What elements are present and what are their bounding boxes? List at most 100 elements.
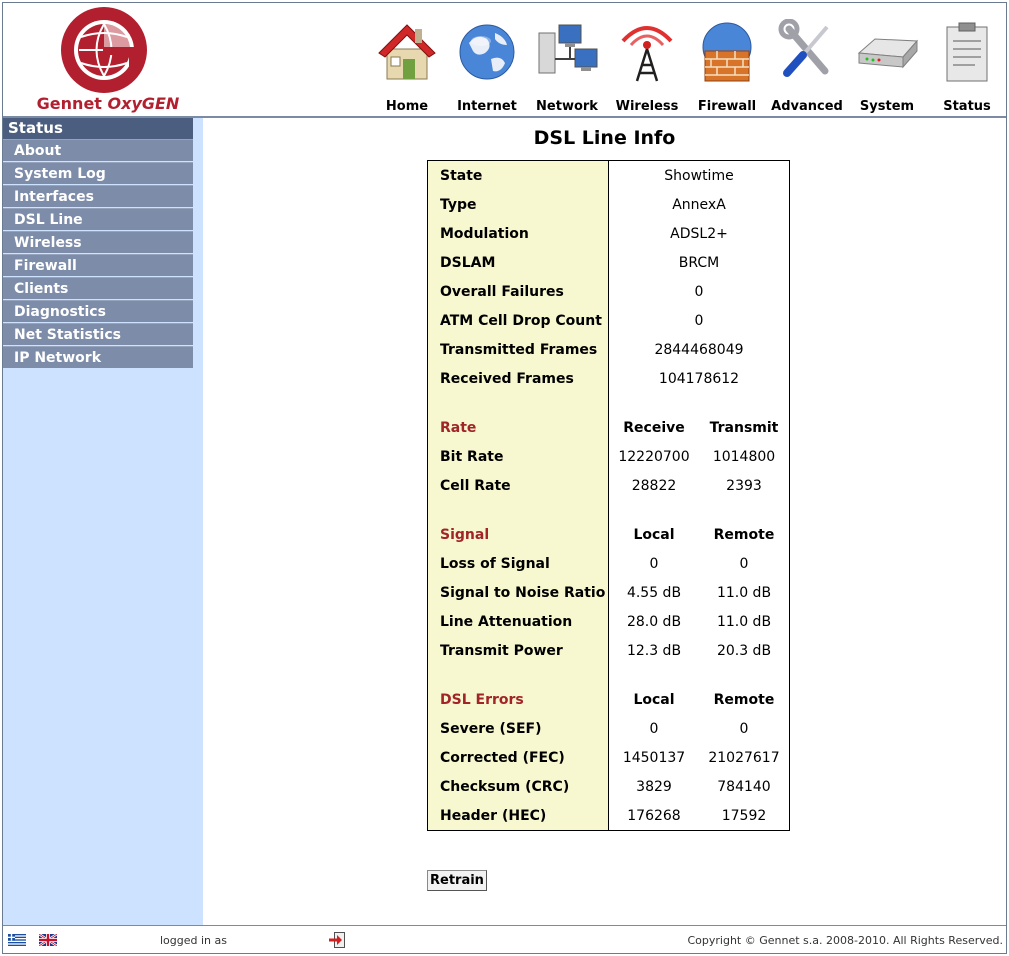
nav-network-label: Network: [536, 99, 598, 114]
table-row: Received Frames 104178612: [427, 364, 790, 393]
table-row: ATM Cell Drop Count 0: [427, 306, 790, 335]
row-label: Modulation: [427, 219, 609, 248]
nav-wireless[interactable]: Wireless: [607, 15, 687, 115]
row-value: ADSL2+: [670, 225, 728, 242]
row-value: 1450137: [622, 749, 686, 766]
sidebar-item-clients[interactable]: Clients: [3, 277, 193, 299]
row-value: 0: [694, 283, 704, 300]
table-row: State Showtime: [427, 160, 790, 190]
sidebar-item-dsl-line[interactable]: DSL Line: [3, 208, 193, 230]
row-label: Loss of Signal: [427, 549, 609, 578]
table-row: Loss of Signal 0 0: [427, 549, 790, 578]
sidebar-item-diagnostics[interactable]: Diagnostics: [3, 300, 193, 322]
row-label: Severe (SEF): [427, 714, 609, 743]
row-value: 0: [649, 555, 659, 572]
sidebar-item-net-statistics[interactable]: Net Statistics: [3, 323, 193, 345]
sidebar-item-wireless[interactable]: Wireless: [3, 231, 193, 253]
table-row: Transmit Power 12.3 dB 20.3 dB: [427, 636, 790, 665]
column-header: Local: [633, 526, 675, 543]
row-value: BRCM: [678, 254, 720, 271]
table-row: Modulation ADSL2+: [427, 219, 790, 248]
wireless-tower-icon: [621, 26, 673, 82]
row-value: 12.3 dB: [626, 642, 682, 659]
row-label: Overall Failures: [427, 277, 609, 306]
spacer-row: [427, 665, 790, 685]
nav-status[interactable]: Status: [927, 15, 1007, 115]
row-value: 176268: [627, 807, 681, 824]
row-label: Corrected (FEC): [427, 743, 609, 772]
globe-icon: [459, 24, 515, 80]
sidebar-item-about[interactable]: About: [3, 139, 193, 161]
table-row: Bit Rate 12220700 1014800: [427, 442, 790, 471]
sidebar-item-interfaces[interactable]: Interfaces: [3, 185, 193, 207]
row-label: Type: [427, 190, 609, 219]
row-value: 2844468049: [654, 341, 744, 358]
row-label: Bit Rate: [427, 442, 609, 471]
table-row: Type AnnexA: [427, 190, 790, 219]
sidebar-item-system-log[interactable]: System Log: [3, 162, 193, 184]
nav-advanced[interactable]: Advanced: [767, 15, 847, 115]
uk-flag-icon[interactable]: [39, 934, 57, 946]
logged-in-text: logged in as: [160, 934, 227, 947]
house-icon: [378, 24, 436, 80]
nav-home-label: Home: [385, 99, 429, 114]
gennet-logo-icon: [61, 7, 147, 93]
retrain-button[interactable]: Retrain: [427, 870, 487, 891]
spacer-row: [427, 393, 790, 413]
table-row: Header (HEC) 176268 17592: [427, 801, 790, 831]
table-row: Checksum (CRC) 3829 784140: [427, 772, 790, 801]
row-value: 1014800: [712, 448, 776, 465]
nav-internet-label: Internet: [457, 99, 517, 114]
row-value: Showtime: [664, 167, 734, 184]
sidebar-menu: About System Log Interfaces DSL Line Wir…: [3, 139, 193, 369]
nav-system[interactable]: System: [847, 15, 927, 115]
row-value: 4.55 dB: [626, 584, 682, 601]
row-value: 0: [739, 555, 749, 572]
table-row: Signal to Noise Ratio 4.55 dB 11.0 dB: [427, 578, 790, 607]
app-frame: Gennet OxyGEN Home Internet Network Wire…: [2, 2, 1007, 954]
table-row: Overall Failures 0: [427, 277, 790, 306]
row-label: Cell Rate: [427, 471, 609, 500]
nav-internet[interactable]: Internet: [447, 15, 527, 115]
dsl-info-table: State Showtime Type AnnexA Modulation ADSL2…: [427, 160, 790, 831]
table-row: Corrected (FEC) 1450137 21027617: [427, 743, 790, 772]
nav-status-label: Status: [943, 99, 991, 114]
section-label: Signal: [427, 520, 609, 549]
row-value: 784140: [717, 778, 771, 795]
footer: logged in as Copyright © Gennet s.a. 200…: [3, 926, 1006, 953]
nav-home[interactable]: Home: [367, 15, 447, 115]
column-header: Remote: [713, 526, 775, 543]
nav-system-label: System: [859, 99, 915, 114]
firewall-globe-icon: [702, 22, 752, 82]
section-header-errors: DSL Errors Local Remote: [427, 685, 790, 714]
row-value: 0: [694, 312, 704, 329]
section-label: Rate: [427, 413, 609, 442]
sidebar: Status About System Log Interfaces DSL L…: [3, 118, 203, 925]
row-value: 20.3 dB: [716, 642, 772, 659]
row-value: 0: [739, 720, 749, 737]
row-value: 104178612: [658, 370, 740, 387]
sidebar-item-ip-network[interactable]: IP Network: [3, 346, 193, 368]
table-row: Severe (SEF) 0 0: [427, 714, 790, 743]
greek-flag-icon[interactable]: [8, 934, 26, 946]
nav-network[interactable]: Network: [527, 15, 607, 115]
brand-name: Gennet OxyGEN: [36, 94, 180, 113]
row-label: Received Frames: [427, 364, 609, 393]
spacer-row: [427, 500, 790, 520]
row-value: 28822: [631, 477, 677, 494]
row-value: 12220700: [618, 448, 690, 465]
row-label: Transmitted Frames: [427, 335, 609, 364]
table-row: Cell Rate 28822 2393: [427, 471, 790, 500]
clipboard-icon: [946, 22, 988, 82]
row-value: 0: [649, 720, 659, 737]
top-nav: Home Internet Network Wireless Firewall …: [367, 15, 1007, 115]
modem-icon: [857, 38, 919, 69]
column-header: Transmit: [709, 419, 779, 436]
nav-firewall[interactable]: Firewall: [687, 15, 767, 115]
logout-icon[interactable]: [328, 931, 346, 949]
page-title: DSL Line Info: [533, 127, 676, 149]
column-header: Receive: [623, 419, 685, 436]
row-label: Checksum (CRC): [427, 772, 609, 801]
sidebar-item-firewall[interactable]: Firewall: [3, 254, 193, 276]
row-label: ATM Cell Drop Count: [427, 306, 609, 335]
